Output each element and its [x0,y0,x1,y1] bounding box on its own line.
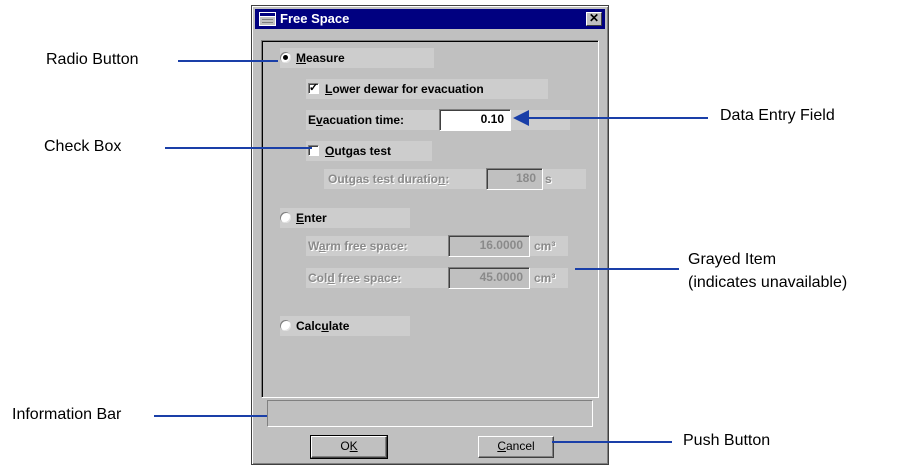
ok-button-label: OK [340,439,357,453]
callout-grayed-item-line1: Grayed Item [688,251,777,268]
window-app-icon [259,12,276,26]
outgas-test-label: Outgas test [325,141,391,161]
cold-free-space-label: Cold free space: [308,268,401,288]
callout-line-info-bar [154,415,267,417]
calculate-label: Calculate [296,316,349,336]
lower-dewar-label: Lower dewar for evacuation [325,79,484,99]
free-space-dialog: Free Space ✕ Measure ✓ Lower dewar for e… [251,5,609,465]
outgas-test-option[interactable]: Outgas test [306,141,432,161]
outgas-duration-unit: s [545,172,552,186]
label-part: v [316,113,323,127]
callout-line-push-button [552,441,672,443]
label-part: Col [308,271,328,285]
radio-selected-dot [283,55,288,60]
callout-check-box: Check Box [44,138,122,155]
measure-option[interactable]: Measure [280,48,434,68]
measure-radio[interactable] [280,52,291,63]
label-part: Calc [296,319,322,333]
evacuation-time-field[interactable]: 0.10 [439,109,511,131]
callout-radio-button: Radio Button [46,51,139,68]
label-part: W [308,239,319,253]
lower-dewar-option[interactable]: ✓ Lower dewar for evacuation [306,79,548,99]
outgas-duration-field: 180 [486,168,543,190]
label-part: acuation time: [322,113,405,127]
label-part: d [327,271,335,285]
arrowhead-icon [513,110,529,126]
title-bar[interactable]: Free Space ✕ [255,9,605,29]
label-part: free space: [334,271,402,285]
callout-data-entry-field: Data Entry Field [720,107,835,124]
cold-free-space-unit: cm³ [534,271,556,285]
label-part: u [321,319,329,333]
evacuation-time-label: Evacuation time: [308,110,404,130]
callout-push-button: Push Button [683,432,771,449]
information-bar [267,400,593,427]
label-part: Outgas test duratio [328,172,439,186]
label-part: E [296,211,305,225]
cold-free-space-field: 45.0000 [448,267,530,289]
calculate-radio[interactable] [280,320,291,331]
outgas-duration-row: Outgas test duration: s [324,169,586,189]
enter-radio[interactable] [280,212,291,223]
cancel-button-label: Cancel [497,439,534,453]
label-part: a [318,239,326,253]
label-part: M [296,51,306,65]
callout-information-bar: Information Bar [12,406,122,423]
label-part: easure [306,51,345,65]
enter-label: Enter [296,208,327,228]
label-part: E [308,113,317,127]
measure-label: Measure [296,48,345,68]
label-part: C [497,439,506,453]
close-icon: ✕ [588,11,600,25]
label-part: late [328,319,350,333]
outgas-duration-label: Outgas test duration: [328,169,449,189]
label-part: : [445,172,450,186]
callout-grayed-item-line2: (indicates unavailable) [688,274,848,291]
label-part: rm free space: [325,239,408,253]
check-mark-icon: ✓ [309,82,319,94]
label-part: O [340,439,350,453]
lower-dewar-checkbox[interactable]: ✓ [308,82,319,94]
label-part: O [325,144,335,158]
label-part: utgas test [334,144,392,158]
options-panel: Measure ✓ Lower dewar for evacuation Eva… [261,40,599,398]
callout-line-radio [178,60,278,62]
calculate-option[interactable]: Calculate [280,316,410,336]
label-part: ancel [505,439,535,453]
window-title: Free Space [280,11,350,26]
callout-line-data-entry [528,117,708,119]
callout-line-checkbox [165,147,312,149]
warm-free-space-unit: cm³ [534,239,556,253]
close-button[interactable]: ✕ [586,12,602,26]
label-part: nter [304,211,327,225]
ok-button[interactable]: OK [310,435,388,459]
label-part: ower dewar for evacuation [332,82,484,96]
warm-free-space-field: 16.0000 [448,235,530,257]
label-part: K [349,439,358,453]
callout-line-grayed [575,268,679,270]
cancel-button[interactable]: Cancel [478,436,554,458]
warm-free-space-label: Warm free space: [308,236,408,256]
enter-option[interactable]: Enter [280,208,410,228]
evacuation-time-row: Evacuation time: [306,110,570,130]
